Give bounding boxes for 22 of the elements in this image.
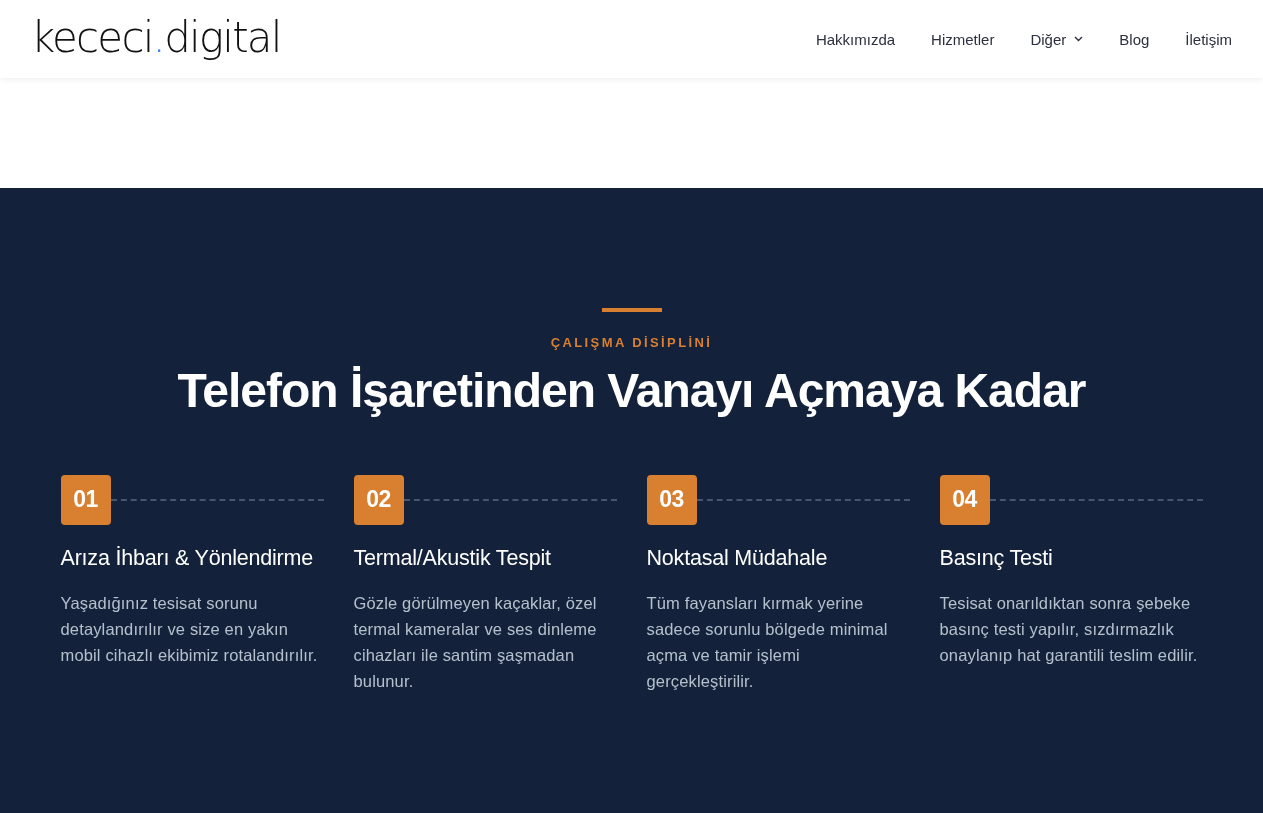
accent-bar (601, 308, 662, 312)
step-description: Tesisat onarıldıktan sonra şebeke basınç testi yapılır, sızdırmazlık onaylanıp hat garantili teslim edilir. (939, 592, 1199, 666)
step-description: Tüm fayansları kırmak yerine sadece sorunlu bölgede minimal açma ve tamir işlemi gerçekleştirilir. (646, 592, 889, 692)
nav-link[interactable]: Blog (1119, 30, 1150, 48)
step-description: Gözle görülmeyen kaçaklar, özel termal kameralar ve ses dinleme cihazları ile santim şaşmadan bulunur. (353, 592, 598, 692)
step-description: Yaşadığınız tesisat sorunu detaylandırılır ve size en yakın mobil cihazlı ekibimiz rotalandırılır. (60, 592, 319, 666)
logo[interactable]: kececi.digital (31, 17, 281, 61)
step-number-badge: 04 (939, 474, 990, 525)
nav-dropdown[interactable]: Diğer (1030, 30, 1084, 48)
section-title: Telefon İşaretinden Vanayı Açmaya Kadar (177, 363, 1086, 419)
chevron-down-icon (1074, 36, 1084, 42)
step-title: Noktasal Müdahale (646, 544, 829, 572)
step-number-badge: 03 (646, 474, 697, 525)
step-title: Basınç Testi (939, 544, 1054, 572)
nav-link[interactable]: Hizmetler (931, 30, 995, 48)
step-number-badge: 02 (353, 474, 404, 525)
section-eyebrow: ÇALIŞMA DİSİPLİNİ (550, 335, 713, 350)
nav-link[interactable]: Hakkımızda (815, 30, 896, 48)
step-title: Arıza İhbarı & Yönlendirme (60, 544, 315, 572)
step-number-badge: 01 (60, 474, 111, 525)
step-title: Termal/Akustik Tespit (353, 544, 552, 572)
nav-link[interactable]: İletişim (1185, 30, 1232, 48)
